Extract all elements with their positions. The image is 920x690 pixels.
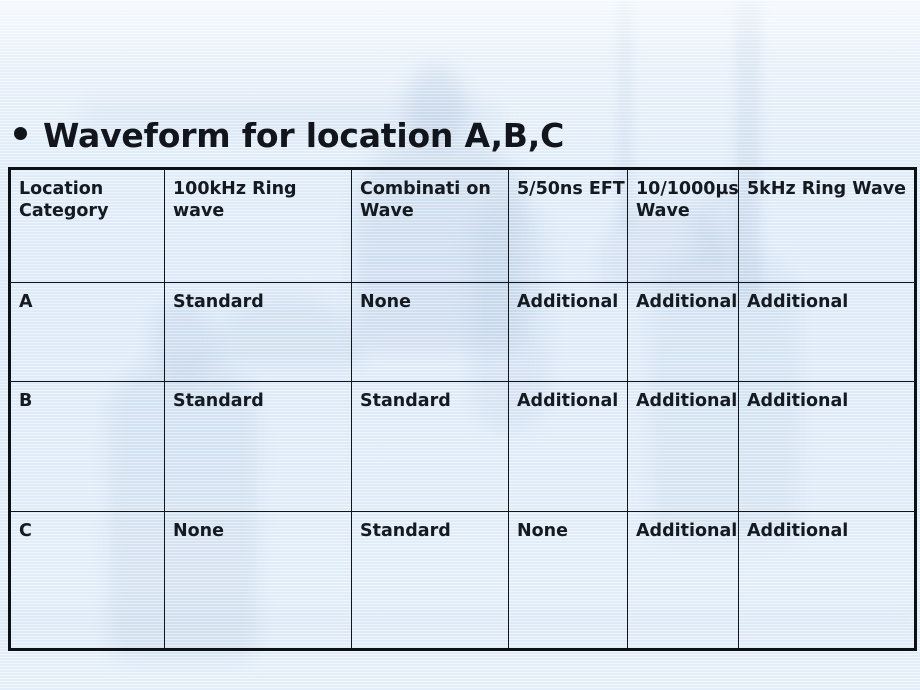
table-cell: Additional — [508, 381, 628, 512]
row-category-label: B — [19, 391, 33, 411]
row-category-label: A — [19, 292, 33, 312]
header-label: Combinati on Wave — [360, 179, 491, 222]
cell-value: Standard — [173, 292, 264, 312]
header-label: 100kHz Ring wave — [173, 179, 297, 222]
table-header-row: Location Category 100kHz Ring wave Combi… — [9, 168, 916, 283]
table-cell: None — [164, 511, 352, 650]
cell-value: Additional — [636, 521, 738, 541]
header-label: 5/50ns EFT — [517, 179, 625, 199]
row-category-cell: C — [9, 511, 165, 650]
table-header-cell-5khz-ring-wave: 5kHz Ring Wave — [738, 168, 916, 283]
table-cell: None — [508, 511, 628, 650]
table-cell: Additional — [508, 282, 628, 382]
header-label: Location Category — [19, 179, 109, 222]
row-category-label: C — [19, 521, 32, 541]
cell-value: Additional — [747, 391, 849, 411]
table-cell: Additional — [627, 381, 739, 512]
row-category-cell: B — [9, 381, 165, 512]
table-cell: Standard — [164, 282, 352, 382]
table-header-cell-5-50ns-eft: 5/50ns EFT — [508, 168, 628, 283]
table-cell: Standard — [351, 381, 509, 512]
cell-value: None — [517, 521, 568, 541]
slide-canvas: Waveform for location A,B,C Location Cat… — [0, 0, 920, 690]
cell-value: Additional — [747, 292, 849, 312]
table-row: B Standard Standard Additional Additiona… — [9, 381, 916, 512]
table-cell: None — [351, 282, 509, 382]
cell-value: Additional — [636, 391, 738, 411]
table-cell: Additional — [738, 511, 916, 650]
table-header-cell-location-category: Location Category — [9, 168, 165, 283]
cell-value: None — [173, 521, 224, 541]
table-cell: Additional — [627, 511, 739, 650]
cell-value: Standard — [360, 521, 451, 541]
bullet-icon — [14, 127, 27, 140]
table-cell: Additional — [627, 282, 739, 382]
page-title: Waveform for location A,B,C — [43, 116, 565, 155]
table-header-cell-100khz-ring-wave: 100kHz Ring wave — [164, 168, 352, 283]
table-cell: Additional — [738, 381, 916, 512]
slide-title-block: Waveform for location A,B,C — [14, 116, 564, 155]
table-header-cell-combination-wave: Combinati on Wave — [351, 168, 509, 283]
waveform-location-table: Location Category 100kHz Ring wave Combi… — [8, 167, 917, 651]
header-label: 5kHz Ring Wave — [747, 179, 907, 199]
table-row: C None Standard None Additional Addition… — [9, 511, 916, 650]
table-row: A Standard None Additional Additional Ad… — [9, 282, 916, 382]
cell-value: Additional — [636, 292, 738, 312]
cell-value: Standard — [360, 391, 451, 411]
row-category-cell: A — [9, 282, 165, 382]
table-cell: Standard — [351, 511, 509, 650]
cell-value: None — [360, 292, 411, 312]
table-header-cell-10-1000us-wave: 10/1000µs Wave — [627, 168, 739, 283]
table-cell: Standard — [164, 381, 352, 512]
cell-value: Additional — [747, 521, 849, 541]
header-label: 10/1000µs Wave — [636, 179, 739, 222]
cell-value: Additional — [517, 292, 619, 312]
table-cell: Additional — [738, 282, 916, 382]
cell-value: Standard — [173, 391, 264, 411]
cell-value: Additional — [517, 391, 619, 411]
